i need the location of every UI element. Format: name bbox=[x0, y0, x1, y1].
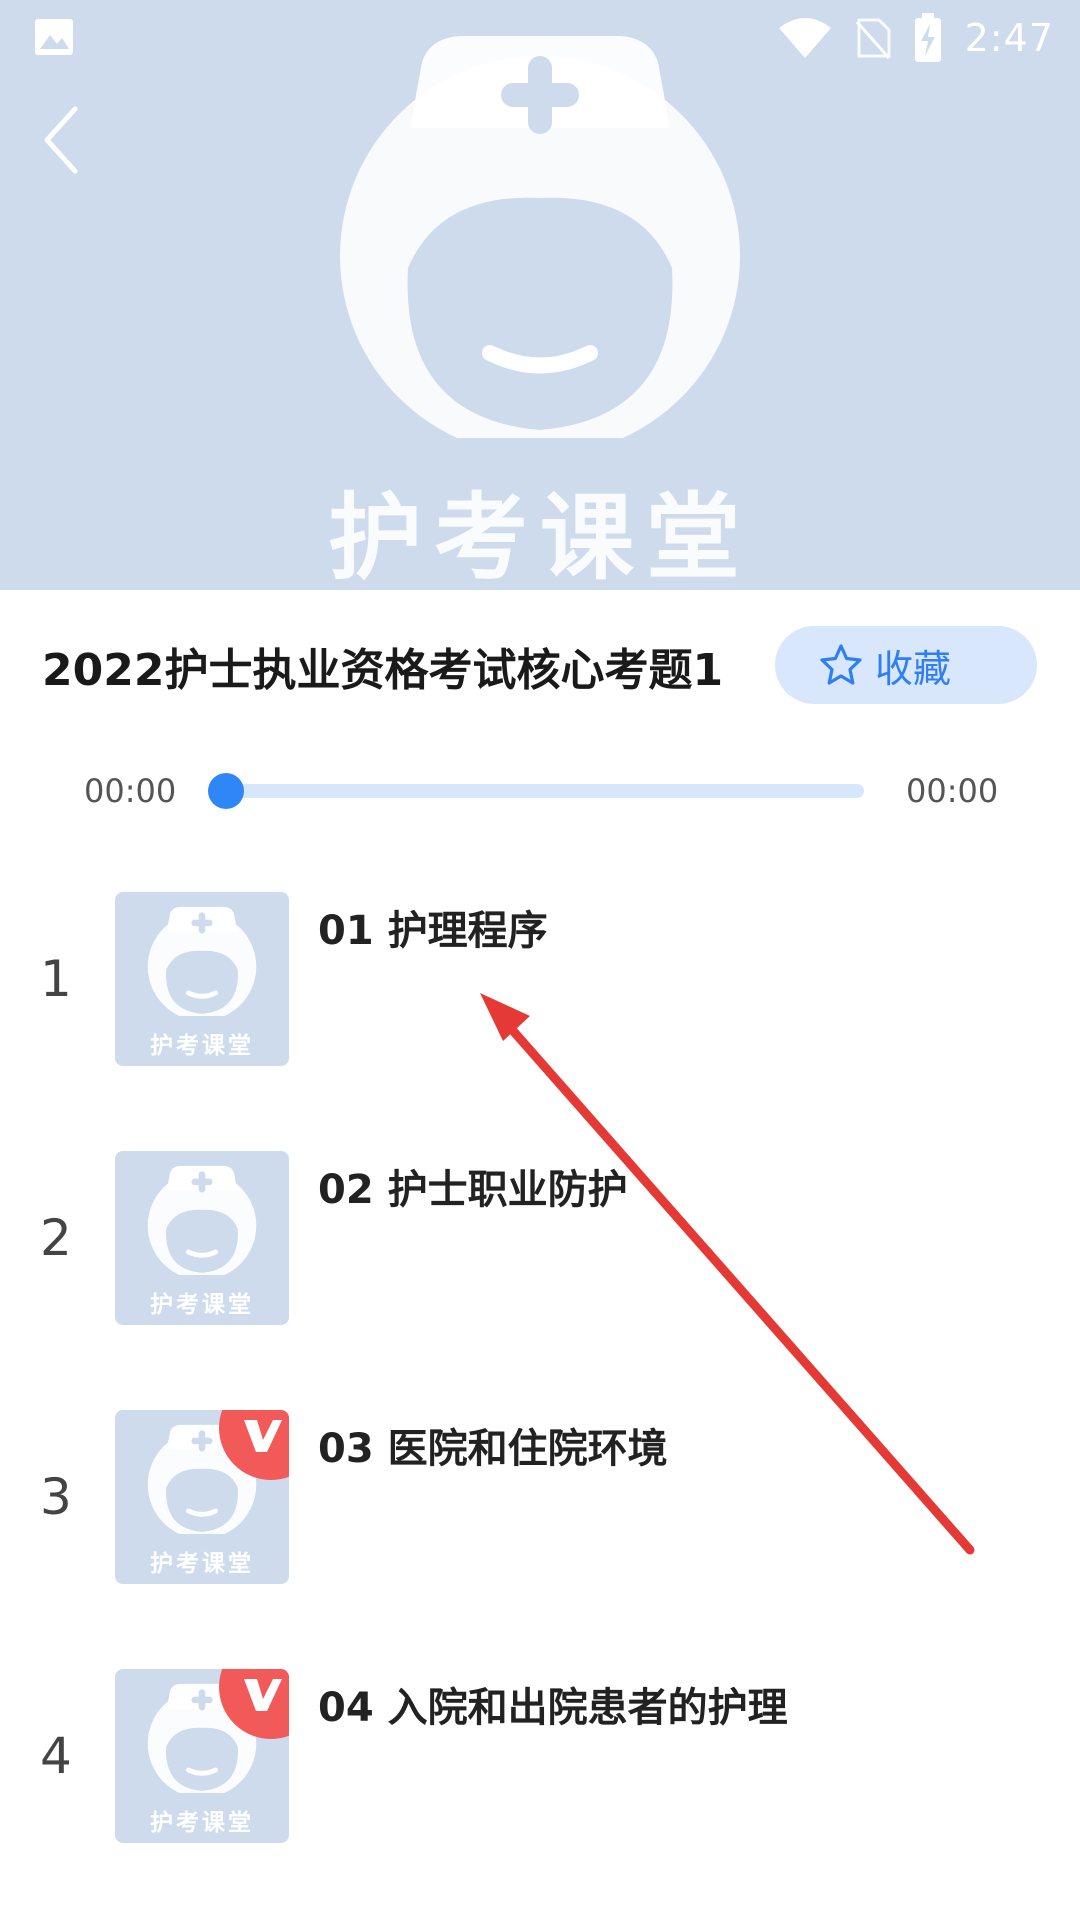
nurse-logo-icon bbox=[340, 36, 740, 438]
lesson-index: 4 bbox=[40, 1727, 72, 1785]
thumb-brand: 护考课堂 bbox=[150, 1033, 254, 1059]
lesson-index: 2 bbox=[40, 1209, 72, 1267]
chevron-left-icon bbox=[44, 106, 78, 174]
lesson-title: 02 护士职业防护 bbox=[318, 1167, 628, 1213]
course-title-row: 2022护士执业资格考试核心考题1 收藏 bbox=[0, 590, 1080, 740]
thumb-brand: 护考课堂 bbox=[150, 1551, 254, 1577]
status-time: 2:47 bbox=[964, 16, 1054, 60]
lesson-item[interactable]: 4 护考课堂 04 入院和出院患者的护理 bbox=[0, 1657, 1080, 1916]
lesson-title: 04 入院和出院患者的护理 bbox=[318, 1685, 788, 1731]
progress-thumb[interactable] bbox=[208, 773, 244, 809]
thumb-brand: 护考课堂 bbox=[150, 1292, 254, 1318]
back-button[interactable] bbox=[36, 100, 86, 180]
lesson-item[interactable]: 3 护考课堂 03 医院和住院环境 bbox=[0, 1398, 1080, 1657]
vip-icon bbox=[244, 1420, 282, 1452]
current-time: 00:00 bbox=[84, 772, 177, 810]
lesson-list: 1 护考课堂 01 护理程序 2 护考课堂 02 护士职业防护 3 护考课堂 0… bbox=[0, 880, 1080, 1916]
lesson-thumbnail: 护考课堂 bbox=[115, 892, 289, 1066]
nurse-thumb-icon bbox=[147, 906, 257, 1016]
course-title: 2022护士执业资格考试核心考题1 bbox=[42, 645, 724, 696]
nurse-thumb-icon bbox=[147, 1165, 257, 1275]
star-outline-icon bbox=[820, 644, 862, 685]
lesson-title: 03 医院和住院环境 bbox=[318, 1426, 668, 1472]
progress-track[interactable] bbox=[208, 773, 864, 809]
image-icon bbox=[35, 19, 73, 55]
lesson-index: 1 bbox=[40, 950, 72, 1008]
lesson-item[interactable]: 1 护考课堂 01 护理程序 bbox=[0, 880, 1080, 1139]
audio-player: 00:00 00:00 bbox=[0, 760, 1080, 830]
thumb-brand: 护考课堂 bbox=[150, 1810, 254, 1836]
status-icons: 2:47 bbox=[777, 10, 1054, 66]
favorite-label: 收藏 bbox=[875, 646, 952, 691]
battery-charging-icon bbox=[914, 13, 941, 62]
course-cover-header: 2:47 护考课堂 bbox=[0, 0, 1080, 590]
lesson-title: 01 护理程序 bbox=[318, 908, 548, 954]
brand-watermark: 护考课堂 bbox=[327, 484, 752, 590]
favorite-button[interactable]: 收藏 bbox=[775, 626, 1037, 704]
no-sim-icon bbox=[855, 18, 891, 59]
total-time: 00:00 bbox=[906, 772, 999, 810]
lesson-item[interactable]: 2 护考课堂 02 护士职业防护 bbox=[0, 1139, 1080, 1398]
lesson-index: 3 bbox=[40, 1468, 72, 1526]
wifi-icon bbox=[778, 18, 831, 58]
lesson-thumbnail: 护考课堂 bbox=[115, 1151, 289, 1325]
lesson-thumbnail: 护考课堂 bbox=[115, 1410, 289, 1584]
lesson-thumbnail: 护考课堂 bbox=[115, 1669, 289, 1843]
vip-icon bbox=[244, 1679, 282, 1711]
